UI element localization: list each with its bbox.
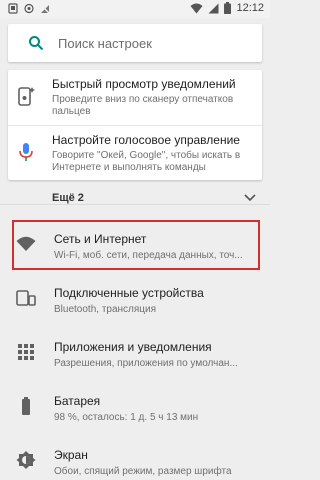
settings-item-connected-devices[interactable]: Подключенные устройства Bluetooth, транс… xyxy=(0,272,270,326)
settings-item-title: Приложения и уведомления xyxy=(54,340,212,354)
search-bar[interactable]: Поиск настроек xyxy=(8,24,262,62)
microphone-icon xyxy=(19,143,33,161)
battery-icon xyxy=(224,2,232,14)
signal-off-icon xyxy=(40,4,50,14)
settings-item-display[interactable]: Экран Обои, спящий режим, размер шрифта xyxy=(0,434,270,480)
settings-item-apps[interactable]: Приложения и уведомления Разрешения, при… xyxy=(0,326,270,380)
app-icon xyxy=(24,3,34,14)
status-bar-left xyxy=(8,3,50,14)
settings-item-subtitle: Разрешения, приложения по умолчан... xyxy=(54,358,238,369)
suggestion-subtitle: Говорите "Окей, Google", чтобы искать в … xyxy=(52,150,241,173)
suggestion-title: Настройте голосовое управление xyxy=(52,133,240,147)
settings-item-subtitle: 98 %, осталось: 1 д. 5 ч 13 мин xyxy=(54,412,199,423)
settings-item-title: Подключенные устройства xyxy=(54,286,204,300)
status-bar-right: 12:12 xyxy=(190,2,264,14)
settings-item-subtitle: Bluetooth, трансляция xyxy=(54,304,157,315)
display-icon xyxy=(16,451,36,469)
battery-icon xyxy=(22,397,30,415)
search-icon xyxy=(29,36,44,51)
status-bar: 12:12 xyxy=(0,0,270,18)
settings-item-title: Батарея xyxy=(54,394,101,408)
phone-swipe-icon xyxy=(18,87,35,106)
suggestion-subtitle: Проведите вниз по сканеру отпечатков пал… xyxy=(52,94,234,117)
clock: 12:12 xyxy=(236,2,264,14)
suggestions-card: Быстрый просмотр уведомлений Проведите в… xyxy=(8,70,262,180)
wifi-icon xyxy=(190,3,203,13)
signal-icon xyxy=(208,3,219,13)
more-label: Ещё 2 xyxy=(52,192,84,204)
divider xyxy=(0,204,270,205)
devices-icon xyxy=(16,290,36,306)
settings-item-title: Экран xyxy=(54,448,88,462)
search-placeholder: Поиск настроек xyxy=(58,35,152,51)
more-suggestions-toggle[interactable]: Ещё 2 xyxy=(0,186,270,212)
chevron-down-icon xyxy=(244,194,256,202)
suggestion-notifications[interactable]: Быстрый просмотр уведомлений Проведите в… xyxy=(8,70,262,123)
apps-icon xyxy=(18,344,34,360)
notification-icon xyxy=(8,3,18,14)
highlight-box xyxy=(12,220,260,270)
suggestion-voice[interactable]: Настройте голосовое управление Говорите … xyxy=(8,125,262,178)
settings-item-subtitle: Обои, спящий режим, размер шрифта xyxy=(54,466,232,477)
settings-item-battery[interactable]: Батарея 98 %, осталось: 1 д. 5 ч 13 мин xyxy=(0,380,270,434)
suggestion-title: Быстрый просмотр уведомлений xyxy=(52,77,236,91)
